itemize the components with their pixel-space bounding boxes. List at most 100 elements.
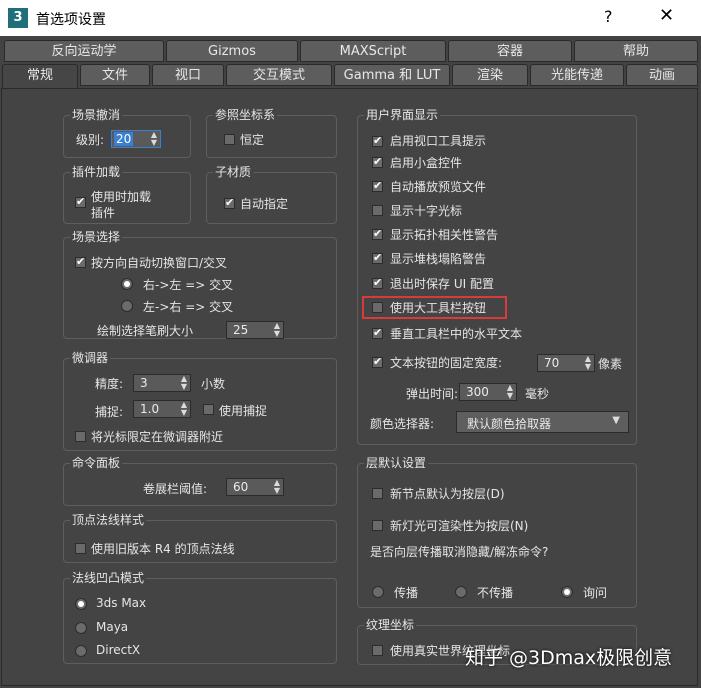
legacy-normals-checkbox[interactable]	[75, 543, 86, 554]
tab-rendering[interactable]: 渲染	[452, 64, 528, 86]
tab-containers[interactable]: 容器	[448, 40, 572, 62]
ui-item-label: 自动播放预览文件	[390, 180, 487, 194]
tab-animation[interactable]: 动画	[626, 64, 698, 86]
tab-gamma-lut[interactable]: Gamma 和 LUT	[334, 64, 450, 86]
auto-window-checkbox[interactable]	[75, 255, 86, 268]
chevron-down-icon[interactable]: ▼	[612, 415, 620, 426]
no-propagate-radio[interactable]	[455, 586, 467, 598]
rollout-threshold-value[interactable]: 60	[233, 480, 248, 494]
fixed-width-value[interactable]: 70	[544, 356, 559, 370]
ui-item-label: 垂直工具栏中的水平文本	[390, 327, 523, 341]
legacy-normals-label: 使用旧版本 R4 的顶点法线	[91, 542, 235, 556]
ui-item-label: 显示十字光标	[390, 204, 463, 218]
spinner-arrows-icon[interactable]: ▲ ▼	[585, 355, 591, 371]
command-panel-title: 命令面板	[70, 454, 123, 471]
flyout-time-value[interactable]: 300	[466, 385, 489, 399]
bump-maya-label: Maya	[96, 620, 129, 634]
ui-item-checkbox[interactable]	[372, 276, 383, 289]
rollout-threshold-spinner[interactable]: 60 ▲ ▼	[226, 478, 284, 496]
tab-maxscript[interactable]: MAXScript	[300, 40, 446, 62]
snap-spinner[interactable]: 1.0 ▲ ▼	[133, 400, 191, 418]
plugin-loading-title: 插件加载	[70, 163, 123, 180]
ask-radio[interactable]	[561, 586, 573, 598]
scene-undo-title: 场景撤消	[70, 106, 123, 123]
ui-item-checkbox[interactable]	[372, 205, 383, 216]
tab-help[interactable]: 帮助	[574, 40, 698, 62]
ui-item-label: 显示堆栈塌陷警告	[390, 252, 487, 266]
layer-defaults-title: 层默认设置	[364, 454, 429, 471]
auto-window-label: 按方向自动切换窗口/交叉	[91, 256, 228, 270]
spinner-arrows-icon[interactable]: ▲ ▼	[507, 384, 513, 400]
vertex-normal-title: 顶点法线样式	[70, 511, 147, 528]
fixed-width-spinner[interactable]: 70 ▲ ▼	[537, 354, 595, 372]
propagate-radio[interactable]	[372, 586, 384, 598]
tab-ik[interactable]: 反向运动学	[4, 40, 164, 62]
ui-item-checkbox[interactable]	[372, 227, 383, 240]
spinner-arrows-icon[interactable]: ▲ ▼	[181, 401, 187, 417]
ui-item-label: 启用小盒控件	[390, 156, 463, 170]
bump-3dsmax-label: 3ds Max	[96, 596, 147, 610]
new-light-checkbox[interactable]	[372, 520, 383, 531]
tab-gizmos[interactable]: Gizmos	[166, 40, 298, 62]
tab-general[interactable]: 常规	[2, 64, 78, 89]
precision-value[interactable]: 3	[140, 376, 148, 390]
close-button[interactable]: ✕	[659, 5, 674, 26]
flyout-time-spinner[interactable]: 300 ▲ ▼	[459, 383, 517, 401]
constant-checkbox[interactable]	[224, 134, 235, 145]
constant-label: 恒定	[240, 133, 265, 147]
rtl-label: 右->左 => 交叉	[143, 278, 234, 292]
large-toolbar-checkbox[interactable]	[372, 302, 383, 313]
brush-size-value[interactable]: 25	[233, 323, 248, 337]
spinner-arrows-icon[interactable]: ▲ ▼	[274, 479, 280, 495]
use-snap-checkbox[interactable]	[203, 404, 214, 415]
ui-item-checkbox[interactable]	[372, 155, 383, 168]
undo-level-value[interactable]: 20	[114, 132, 134, 146]
fixed-width-checkbox[interactable]	[372, 355, 383, 368]
large-toolbar-label: 使用大工具栏按钮	[390, 301, 487, 315]
tab-viewports[interactable]: 视口	[152, 64, 224, 86]
ui-item-checkbox[interactable]	[372, 251, 383, 264]
new-node-checkbox[interactable]	[372, 488, 383, 499]
propagate-label: 传播	[394, 586, 419, 600]
window-titlebar: 3 首选项设置 ? ✕	[0, 0, 701, 36]
spinner-arrows-icon[interactable]: ▲ ▼	[274, 322, 280, 338]
window-title: 首选项设置	[36, 12, 106, 28]
tab-interaction-mode[interactable]: 交互模式	[226, 64, 332, 86]
use-snap-label: 使用捕捉	[219, 404, 268, 418]
rtl-radio[interactable]	[121, 278, 133, 290]
color-picker-value[interactable]: 默认颜色拾取器	[467, 415, 551, 432]
propagate-question: 是否向层传播取消隐藏/解冻命令?	[370, 545, 549, 559]
spinner-arrows-icon[interactable]: ▲ ▼	[151, 131, 157, 147]
bump-maya-radio[interactable]	[75, 622, 87, 634]
new-light-label: 新灯光可渲染性为按层(N)	[390, 519, 529, 533]
color-picker-label: 颜色选择器:	[370, 417, 435, 431]
flyout-time-label: 弹出时间:	[406, 387, 459, 401]
load-on-use-checkbox[interactable]	[75, 195, 86, 208]
help-button[interactable]: ?	[604, 7, 613, 26]
undo-level-spinner[interactable]: 20 ▲ ▼	[111, 130, 161, 148]
tab-files[interactable]: 文件	[80, 64, 150, 86]
ui-item-checkbox[interactable]	[372, 134, 383, 147]
tab-radiosity[interactable]: 光能传递	[530, 64, 624, 86]
ltr-radio[interactable]	[121, 300, 133, 312]
ui-item-checkbox[interactable]	[372, 179, 383, 192]
confine-checkbox[interactable]	[75, 431, 86, 442]
ui-item-label: 显示拓扑相关性警告	[390, 228, 499, 242]
spinner-arrows-icon[interactable]: ▲ ▼	[181, 375, 187, 391]
no-propagate-label: 不传播	[477, 586, 514, 600]
scene-selection-title: 场景选择	[70, 228, 123, 245]
ltr-label: 左->右 => 交叉	[143, 300, 234, 314]
bump-directx-radio[interactable]	[75, 645, 87, 657]
precision-spinner[interactable]: 3 ▲ ▼	[133, 374, 191, 392]
ui-item-checkbox[interactable]	[372, 326, 383, 339]
ui-display-title: 用户界面显示	[364, 106, 441, 123]
snap-value[interactable]: 1.0	[140, 402, 159, 416]
bump-mode-title: 法线凹凸模式	[70, 569, 147, 586]
real-world-checkbox[interactable]	[372, 645, 383, 656]
color-picker-dropdown[interactable]: 默认颜色拾取器 ▼	[456, 411, 629, 433]
auto-assign-checkbox[interactable]	[224, 196, 235, 209]
auto-assign-label: 自动指定	[240, 197, 289, 211]
bump-3dsmax-radio[interactable]	[75, 598, 87, 610]
pixels-label: 像素	[598, 357, 623, 371]
brush-size-spinner[interactable]: 25 ▲ ▼	[226, 321, 284, 339]
